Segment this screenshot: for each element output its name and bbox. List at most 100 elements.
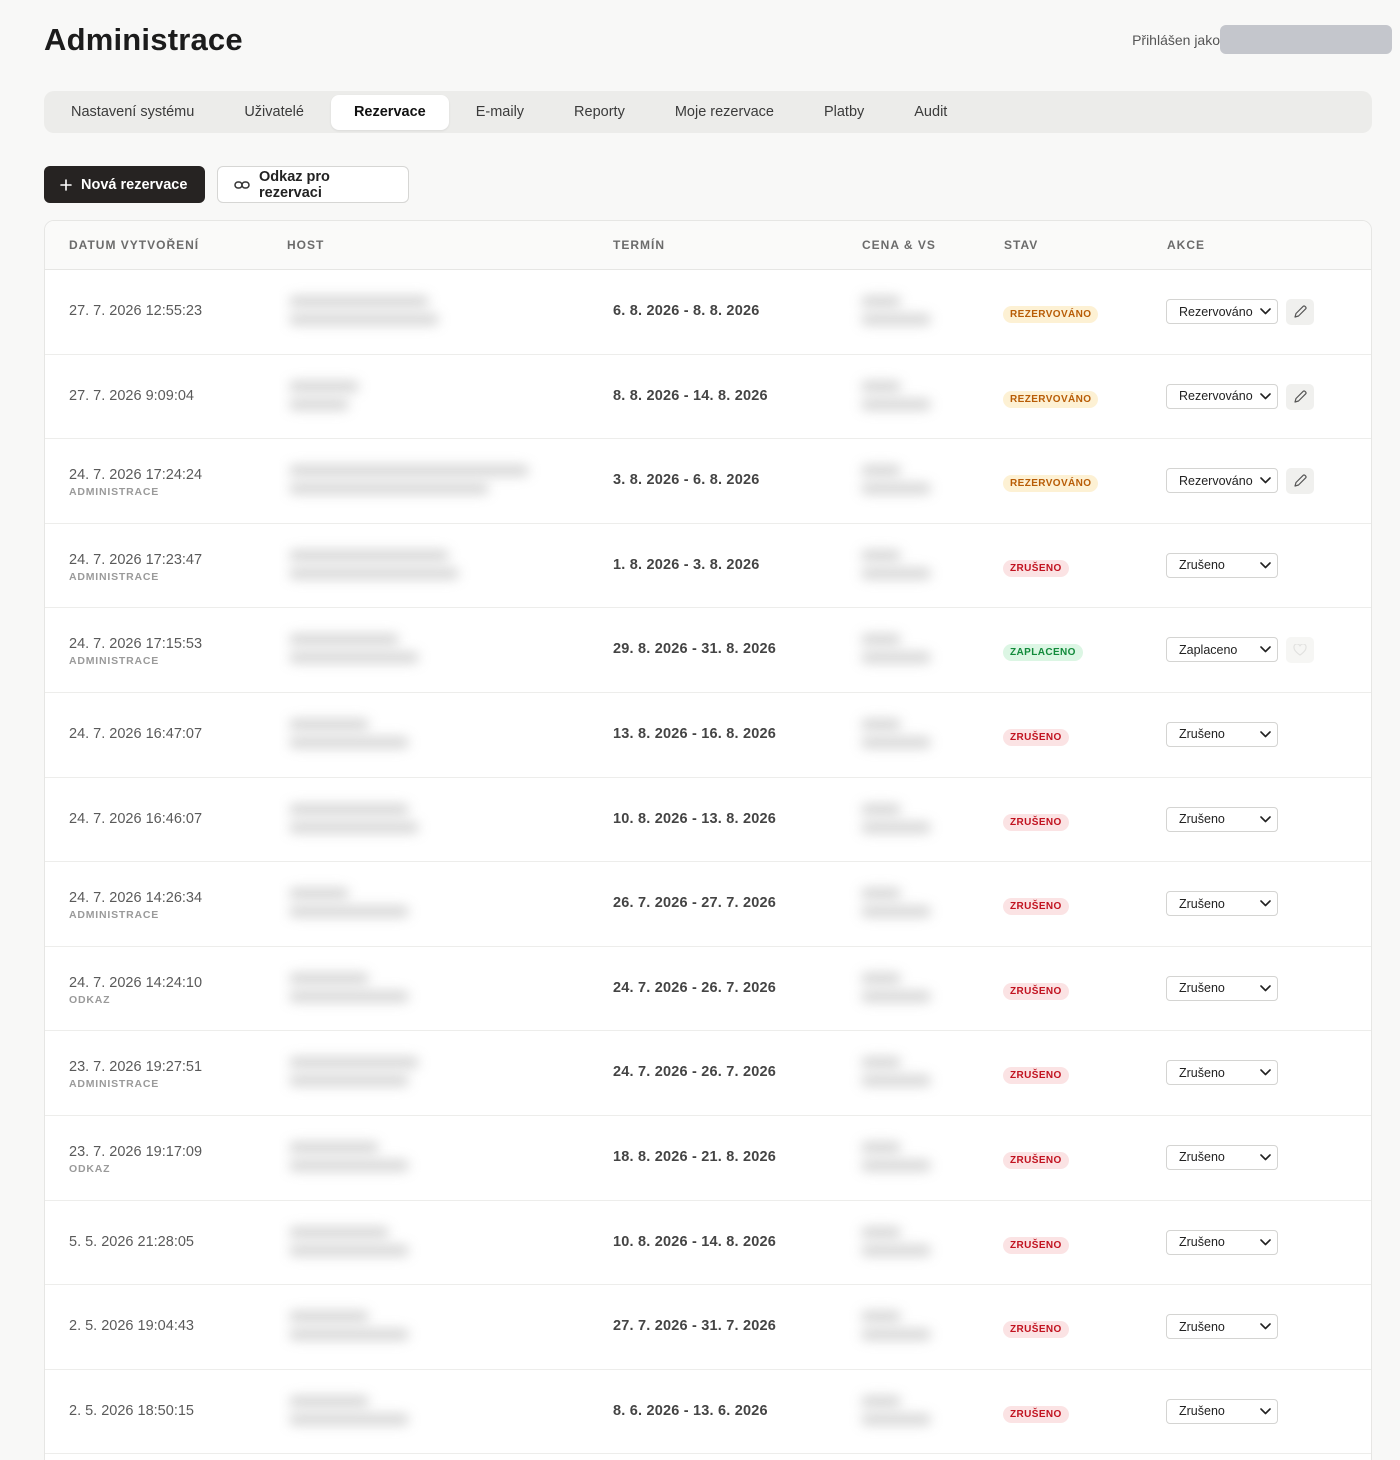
status-select[interactable]: Zrušeno [1166, 552, 1278, 578]
created-source: ADMINISTRACE [69, 655, 160, 668]
term-cell: 8. 6. 2026 - 13. 6. 2026 [613, 1402, 768, 1419]
tab-audit[interactable]: Audit [891, 95, 970, 130]
column-header-term[interactable]: TERMÍN [613, 238, 665, 252]
host-email-redacted [289, 1413, 409, 1425]
status-select[interactable]: Rezervováno [1166, 299, 1278, 324]
table-row[interactable]: 2. 5. 2026 19:04:43 27. 7. 2026 - 31. 7.… [45, 1285, 1371, 1370]
created-cell: 23. 7. 2026 19:27:51 ADMINISTRACE [69, 1059, 279, 1090]
price-cell-redacted [849, 1122, 975, 1194]
price-cell-redacted [849, 1207, 975, 1279]
status-select[interactable]: Zrušeno [1166, 1314, 1278, 1340]
created-cell: 2. 5. 2026 18:50:15 [69, 1403, 279, 1419]
table-row[interactable]: 2. 5. 2026 18:50:15 8. 6. 2026 - 13. 6. … [45, 1370, 1371, 1455]
status-badge: REZERVOVÁNO [1003, 390, 1099, 408]
status-select[interactable]: Zrušeno [1166, 1229, 1278, 1255]
status-select-cell: Zrušeno [1166, 1229, 1278, 1255]
link-icon [234, 179, 250, 191]
tab-platby[interactable]: Platby [801, 95, 887, 130]
status-select[interactable]: Zrušeno [1166, 975, 1278, 1001]
edit-button[interactable] [1286, 383, 1314, 410]
price-cell-redacted [849, 784, 975, 856]
table-row[interactable]: 24. 7. 2026 17:15:53 ADMINISTRACE 29. 8. … [45, 608, 1371, 693]
status-badge: ZRUŠENO [1003, 559, 1069, 577]
table-row[interactable]: 24. 7. 2026 16:47:07 13. 8. 2026 - 16. 8… [45, 693, 1371, 778]
table-row[interactable]: 23. 7. 2026 19:27:51 ADMINISTRACE 24. 7. … [45, 1031, 1371, 1116]
host-cell-redacted [279, 359, 595, 435]
vs-redacted [861, 821, 931, 833]
host-name-redacted [289, 549, 449, 561]
status-select[interactable]: Zrušeno [1166, 1398, 1278, 1424]
vs-redacted [861, 1244, 931, 1256]
host-cell-redacted [279, 443, 595, 519]
price-redacted [861, 888, 901, 900]
created-cell: 24. 7. 2026 16:46:07 [69, 811, 279, 827]
tab-uzivatele[interactable]: Uživatelé [221, 95, 327, 130]
table-row[interactable]: 24. 7. 2026 14:26:34 ADMINISTRACE 26. 7. … [45, 862, 1371, 947]
host-email-redacted [289, 736, 409, 748]
status-select[interactable]: Zaplaceno [1166, 637, 1278, 663]
host-email-redacted [289, 314, 439, 325]
column-header-status[interactable]: STAV [1004, 238, 1038, 252]
tab-moje-rezervace[interactable]: Moje rezervace [652, 95, 797, 130]
tab-nastaveni-systemu[interactable]: Nastavení systému [48, 95, 217, 130]
table-row[interactable]: 24. 7. 2026 17:23:47 ADMINISTRACE 1. 8. 2… [45, 524, 1371, 609]
heart-button[interactable] [1286, 637, 1314, 664]
user-info: Přihlášen jako [1132, 25, 1392, 54]
column-header-created[interactable]: DATUM VYTVOŘENÍ [69, 238, 199, 252]
host-name-redacted [289, 465, 529, 477]
reservation-link-button[interactable]: Odkaz pro rezervaci [217, 166, 409, 203]
chevron-down-icon [1260, 477, 1271, 484]
host-cell-redacted [279, 866, 595, 942]
vs-redacted [861, 1329, 931, 1341]
tab-e-maily[interactable]: E-maily [453, 95, 547, 130]
tab-rezervace[interactable]: Rezervace [330, 94, 449, 130]
pencil-icon [1293, 474, 1307, 488]
chevron-down-icon [1260, 731, 1271, 738]
status-badge: ZRUŠENO [1003, 1321, 1069, 1339]
page-title: Administrace [44, 22, 243, 57]
status-select[interactable]: Zrušeno [1166, 806, 1278, 832]
new-reservation-button[interactable]: Nová rezervace [44, 166, 205, 203]
table-row[interactable]: 24. 7. 2026 17:24:24 ADMINISTRACE 3. 8. 2… [45, 439, 1371, 524]
status-select-value: Zrušeno [1179, 1065, 1225, 1080]
term-cell: 10. 8. 2026 - 14. 8. 2026 [613, 1233, 777, 1250]
created-date: 2. 5. 2026 19:04:43 [69, 1318, 194, 1335]
status-select[interactable]: Zrušeno [1166, 1060, 1278, 1086]
status-select[interactable]: Rezervováno [1166, 468, 1278, 494]
price-redacted [861, 296, 901, 307]
created-date: 23. 7. 2026 19:27:51 [69, 1059, 203, 1076]
table-row[interactable]: 27. 7. 2026 12:55:23 6. 8. 2026 - 8. 8. … [45, 270, 1371, 355]
created-date: 24. 7. 2026 16:46:07 [69, 810, 203, 827]
price-redacted [861, 1057, 901, 1069]
table-row[interactable]: 5. 5. 2026 21:28:05 10. 8. 2026 - 14. 8.… [45, 1201, 1371, 1286]
host-name-redacted [289, 634, 399, 646]
status-select[interactable]: Zrušeno [1166, 721, 1278, 747]
status-select[interactable]: Zrušeno [1166, 891, 1278, 917]
column-header-price[interactable]: CENA & VS [862, 238, 936, 252]
table-row[interactable]: 24. 7. 2026 16:46:07 10. 8. 2026 - 13. 8… [45, 778, 1371, 863]
price-redacted [861, 1395, 901, 1407]
host-cell-redacted [279, 1205, 595, 1281]
status-badge: ZRUŠENO [1003, 1151, 1069, 1169]
host-email-redacted [289, 1244, 409, 1256]
host-email-redacted [289, 398, 349, 410]
status-select[interactable]: Zrušeno [1166, 1144, 1278, 1170]
table-row[interactable]: 24. 7. 2026 14:24:10 ODKAZ 24. 7. 2026 - … [45, 947, 1371, 1032]
table-row[interactable]: 23. 7. 2026 19:17:09 ODKAZ 18. 8. 2026 - … [45, 1116, 1371, 1201]
table-row[interactable]: 27. 7. 2026 9:09:04 8. 8. 2026 - 14. 8. … [45, 355, 1371, 440]
edit-button[interactable] [1286, 299, 1314, 325]
created-date: 27. 7. 2026 9:09:04 [69, 387, 194, 404]
tab-bar: Nastavení systému Uživatelé Rezervace E-… [44, 91, 1372, 133]
column-header-host[interactable]: HOST [287, 238, 324, 252]
status-badge: ZAPLACENO [1003, 644, 1083, 662]
vs-redacted [861, 314, 931, 325]
vs-redacted [861, 1413, 931, 1425]
tab-reporty[interactable]: Reporty [551, 95, 648, 130]
status-select-cell: Zrušeno [1166, 552, 1278, 578]
plus-icon [60, 178, 72, 191]
price-cell-redacted [849, 1376, 975, 1448]
created-cell: 27. 7. 2026 9:09:04 [69, 388, 279, 404]
user-label: Přihlášen jako [1132, 31, 1220, 48]
status-select[interactable]: Rezervováno [1166, 383, 1278, 409]
edit-button[interactable] [1286, 468, 1314, 495]
